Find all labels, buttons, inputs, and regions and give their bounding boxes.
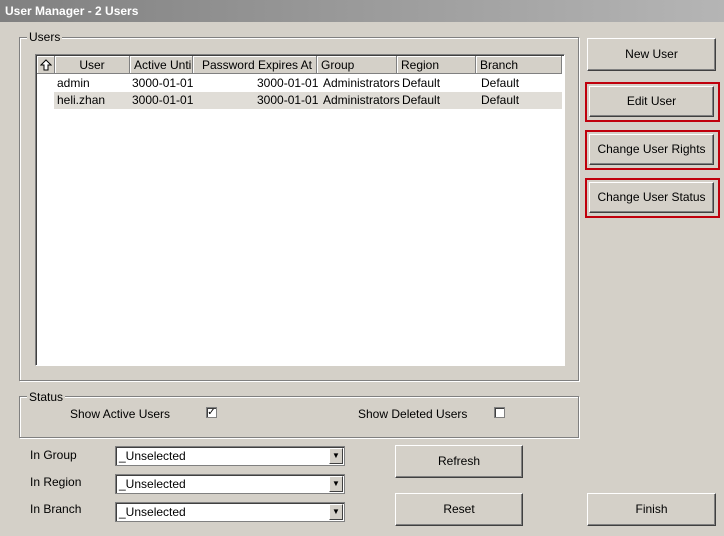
new-user-button[interactable]: New User — [587, 38, 716, 71]
table-row[interactable]: heli.zhan 3000-01-01 3000-01-01 Administ… — [54, 92, 562, 109]
cell-group: Administrators — [323, 76, 400, 90]
edit-user-button[interactable]: Edit User — [589, 86, 714, 117]
cell-region: Default — [402, 76, 441, 90]
show-active-users-label: Show Active Users — [70, 407, 171, 421]
cell-group: Administrators — [323, 93, 400, 107]
in-region-value: _Unselected — [119, 477, 186, 491]
in-branch-value: _Unselected — [119, 505, 186, 519]
in-group-value: _Unselected — [119, 449, 186, 463]
users-legend: Users — [27, 30, 63, 44]
column-header-active-until[interactable]: Active Until — [130, 56, 193, 74]
show-active-users-checkbox[interactable]: ✓ — [206, 407, 217, 418]
window-title: User Manager - 2 Users — [0, 0, 724, 22]
in-branch-select[interactable]: _Unselected ▼ — [115, 502, 345, 522]
users-list[interactable]: User Active Until Password Expires At Gr… — [35, 54, 565, 366]
cell-branch: Default — [481, 76, 520, 90]
column-header-password-expires[interactable]: Password Expires At — [193, 56, 317, 74]
reset-button[interactable]: Reset — [395, 493, 523, 526]
cell-active-until: 3000-01-01 — [132, 93, 194, 107]
column-header-region[interactable]: Region — [397, 56, 476, 74]
column-header-branch[interactable]: Branch — [476, 56, 562, 74]
cell-branch: Default — [481, 93, 520, 107]
show-deleted-users-label: Show Deleted Users — [358, 407, 468, 421]
cell-password-expires: 3000-01-01 — [257, 76, 319, 90]
chevron-down-icon[interactable]: ▼ — [329, 448, 343, 464]
finish-button[interactable]: Finish — [587, 493, 716, 526]
change-user-rights-button[interactable]: Change User Rights — [589, 134, 714, 165]
refresh-button[interactable]: Refresh — [395, 445, 523, 478]
cell-region: Default — [402, 93, 441, 107]
cell-user: admin — [57, 76, 90, 90]
in-branch-label: In Branch — [30, 502, 82, 516]
in-group-label: In Group — [30, 448, 77, 462]
cell-password-expires: 3000-01-01 — [257, 93, 319, 107]
in-region-select[interactable]: _Unselected ▼ — [115, 474, 345, 494]
status-legend: Status — [27, 390, 66, 404]
chevron-down-icon[interactable]: ▼ — [329, 476, 343, 492]
sort-up-arrow-icon — [39, 59, 52, 71]
column-header-group[interactable]: Group — [317, 56, 397, 74]
change-user-status-button[interactable]: Change User Status — [589, 182, 714, 213]
chevron-down-icon[interactable]: ▼ — [329, 504, 343, 520]
in-region-label: In Region — [30, 475, 82, 489]
cell-active-until: 3000-01-01 — [132, 76, 194, 90]
show-deleted-users-checkbox[interactable] — [494, 407, 505, 418]
cell-user: heli.zhan — [57, 93, 106, 107]
table-row[interactable]: admin 3000-01-01 3000-01-01 Administrato… — [54, 75, 562, 92]
column-header-user[interactable]: User — [55, 56, 130, 74]
in-group-select[interactable]: _Unselected ▼ — [115, 446, 345, 466]
column-header-sort[interactable] — [37, 56, 55, 74]
